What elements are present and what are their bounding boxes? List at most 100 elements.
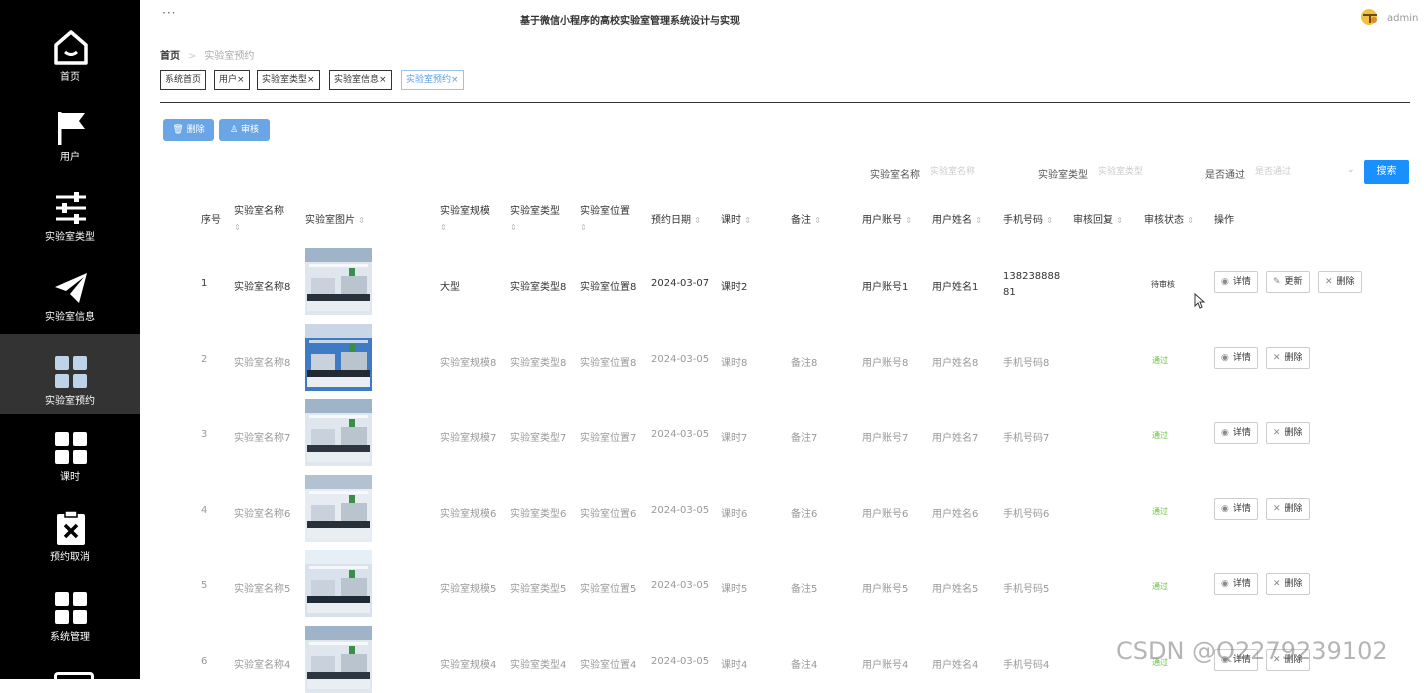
column-header[interactable]: 实验室类型 ⇕	[510, 204, 560, 236]
detail-button[interactable]: ◉ 详情	[1214, 573, 1258, 595]
close-icon: ✕	[1325, 277, 1333, 287]
cell-account: 用户账号1	[862, 282, 909, 293]
cell-location: 实验室位置8	[580, 357, 637, 369]
status-badge: 通过	[1152, 431, 1168, 440]
sort-icon: ⇕	[358, 216, 365, 225]
tab-label: 实验室预约	[406, 75, 452, 85]
action-label: 删除	[1284, 579, 1303, 589]
cell-type: 实验室类型7	[510, 433, 567, 444]
pass-select[interactable]	[1253, 159, 1343, 185]
column-header[interactable]: 实验室位置 ⇕	[580, 204, 630, 236]
sort-icon: ⇕	[580, 223, 587, 232]
avatar[interactable]	[1360, 8, 1380, 26]
sidebar-item-system[interactable]: 系统管理	[0, 570, 140, 650]
action-label: 删除	[1284, 503, 1303, 514]
sidebar-item-lab-types[interactable]: 实验室类型	[0, 170, 140, 250]
status-badge: 通过	[1152, 506, 1168, 516]
column-header[interactable]: 手机号码 ⇕	[1003, 213, 1053, 229]
user-icon: ♙	[230, 125, 239, 135]
cell-scale: 实验室规模4	[440, 659, 497, 671]
grid-icon	[55, 592, 87, 624]
top-header: ··· 基于微信小程序的高校实验室管理系统设计与实现 admin	[140, 0, 1424, 38]
lab-photo[interactable]	[305, 399, 372, 466]
row-delete-button[interactable]: ✕ 删除	[1266, 346, 1310, 369]
update-button[interactable]: ✎ 更新	[1266, 271, 1310, 293]
detail-button[interactable]: ◉ 详情	[1214, 497, 1258, 520]
cell-account: 用户账号6	[862, 508, 909, 520]
sort-icon: ⇕	[905, 216, 912, 225]
detail-button[interactable]: ◉ 详情	[1214, 271, 1258, 293]
column-header[interactable]: 审核状态 ⇕	[1144, 213, 1194, 229]
tab-system-home[interactable]: 系统首页	[160, 70, 207, 90]
lab-photo[interactable]	[305, 323, 372, 391]
close-icon[interactable]: ×	[379, 75, 387, 85]
tab-lab-types[interactable]: 实验室类型×	[257, 70, 320, 90]
row-delete-button[interactable]: ✕ 删除	[1266, 497, 1310, 520]
partial-menu-icon	[54, 672, 94, 687]
lab-photo[interactable]	[305, 625, 372, 693]
sidebar-item-users[interactable]: 用户	[0, 90, 140, 170]
close-icon[interactable]: ×	[307, 75, 315, 85]
tab-lab-info[interactable]: 实验室信息×	[329, 70, 392, 90]
divider	[160, 102, 1410, 103]
detail-button[interactable]: ◉ 详情	[1214, 422, 1258, 444]
cell-username: 用户姓名4	[932, 659, 979, 671]
column-header[interactable]: 预约日期 ⇕	[651, 213, 701, 229]
lab-photo[interactable]	[305, 550, 372, 617]
audit-button[interactable]: ♙ 审核	[219, 119, 270, 141]
lab-name-input[interactable]	[928, 159, 1018, 185]
column-header[interactable]: 用户姓名 ⇕	[932, 213, 982, 229]
lab-photo[interactable]	[305, 474, 372, 542]
cell-no: 2	[201, 353, 208, 365]
sidebar-item-booking-cancel[interactable]: 预约取消	[0, 490, 140, 570]
breadcrumb-home[interactable]: 首页	[160, 51, 180, 62]
row-delete-button[interactable]: ✕ 删除	[1266, 573, 1310, 595]
column-header[interactable]: 用户账号 ⇕	[862, 213, 912, 229]
close-icon[interactable]: ×	[237, 75, 245, 85]
close-icon[interactable]: ×	[451, 75, 459, 85]
detail-button[interactable]: ◉ 详情	[1214, 346, 1258, 369]
close-icon: ✕	[1273, 503, 1281, 514]
mouse-cursor-icon	[1194, 293, 1206, 309]
lab-photo[interactable]	[305, 248, 372, 315]
cell-username: 用户姓名6	[932, 508, 979, 520]
status-badge: 通过	[1152, 582, 1168, 591]
sidebar-item-periods[interactable]: 课时	[0, 410, 140, 490]
column-header[interactable]: 实验室名称 ⇕	[234, 204, 284, 236]
column-header[interactable]: 实验室图片 ⇕	[305, 213, 365, 229]
cell-scale: 实验室规模6	[440, 508, 497, 520]
cell-name: 实验室名称5	[234, 584, 291, 595]
search-button[interactable]: 搜索	[1364, 160, 1409, 184]
cell-period: 课时7	[721, 433, 748, 444]
sidebar-item-home[interactable]: 首页	[0, 10, 140, 90]
column-header[interactable]: 备注 ⇕	[791, 213, 821, 229]
action-label: 更新	[1284, 277, 1303, 287]
action-label: 删除	[1336, 277, 1355, 287]
status-badge: 待审核	[1151, 280, 1175, 289]
sort-icon: ⇕	[1046, 216, 1053, 225]
column-header[interactable]: 课时 ⇕	[721, 213, 751, 229]
cell-type: 实验室类型8	[510, 357, 567, 369]
row-delete-button[interactable]: ✕ 删除	[1318, 271, 1362, 293]
eye-icon: ◉	[1221, 277, 1229, 287]
cell-phone: 13823888881	[1003, 271, 1061, 298]
tab-lab-booking[interactable]: 实验室预约×	[401, 70, 464, 90]
lab-type-input[interactable]	[1096, 159, 1186, 185]
sidebar-item-label: 实验室类型	[45, 232, 95, 243]
action-label: 详情	[1232, 503, 1251, 514]
cell-date: 2024-03-05	[651, 580, 710, 591]
row-delete-button[interactable]: ✕ 删除	[1266, 422, 1310, 444]
grid-icon	[55, 356, 87, 388]
user-name[interactable]: admin	[1387, 13, 1418, 24]
cell-name: 实验室名称4	[234, 659, 291, 671]
delete-button[interactable]: 🗑 删除	[163, 119, 214, 141]
cell-period: 课时8	[721, 357, 748, 369]
sidebar-item-lab-info[interactable]: 实验室信息	[0, 250, 140, 330]
sidebar-item-lab-booking[interactable]: 实验室预约	[0, 334, 140, 414]
chevron-down-icon[interactable]: ⌄	[1347, 165, 1355, 175]
column-header[interactable]: 实验室规模 ⇕	[440, 204, 490, 236]
sort-icon: ⇕	[694, 216, 701, 225]
column-header[interactable]: 审核回复 ⇕	[1073, 213, 1123, 229]
more-icon[interactable]: ···	[162, 6, 176, 20]
tab-users[interactable]: 用户×	[214, 70, 250, 90]
